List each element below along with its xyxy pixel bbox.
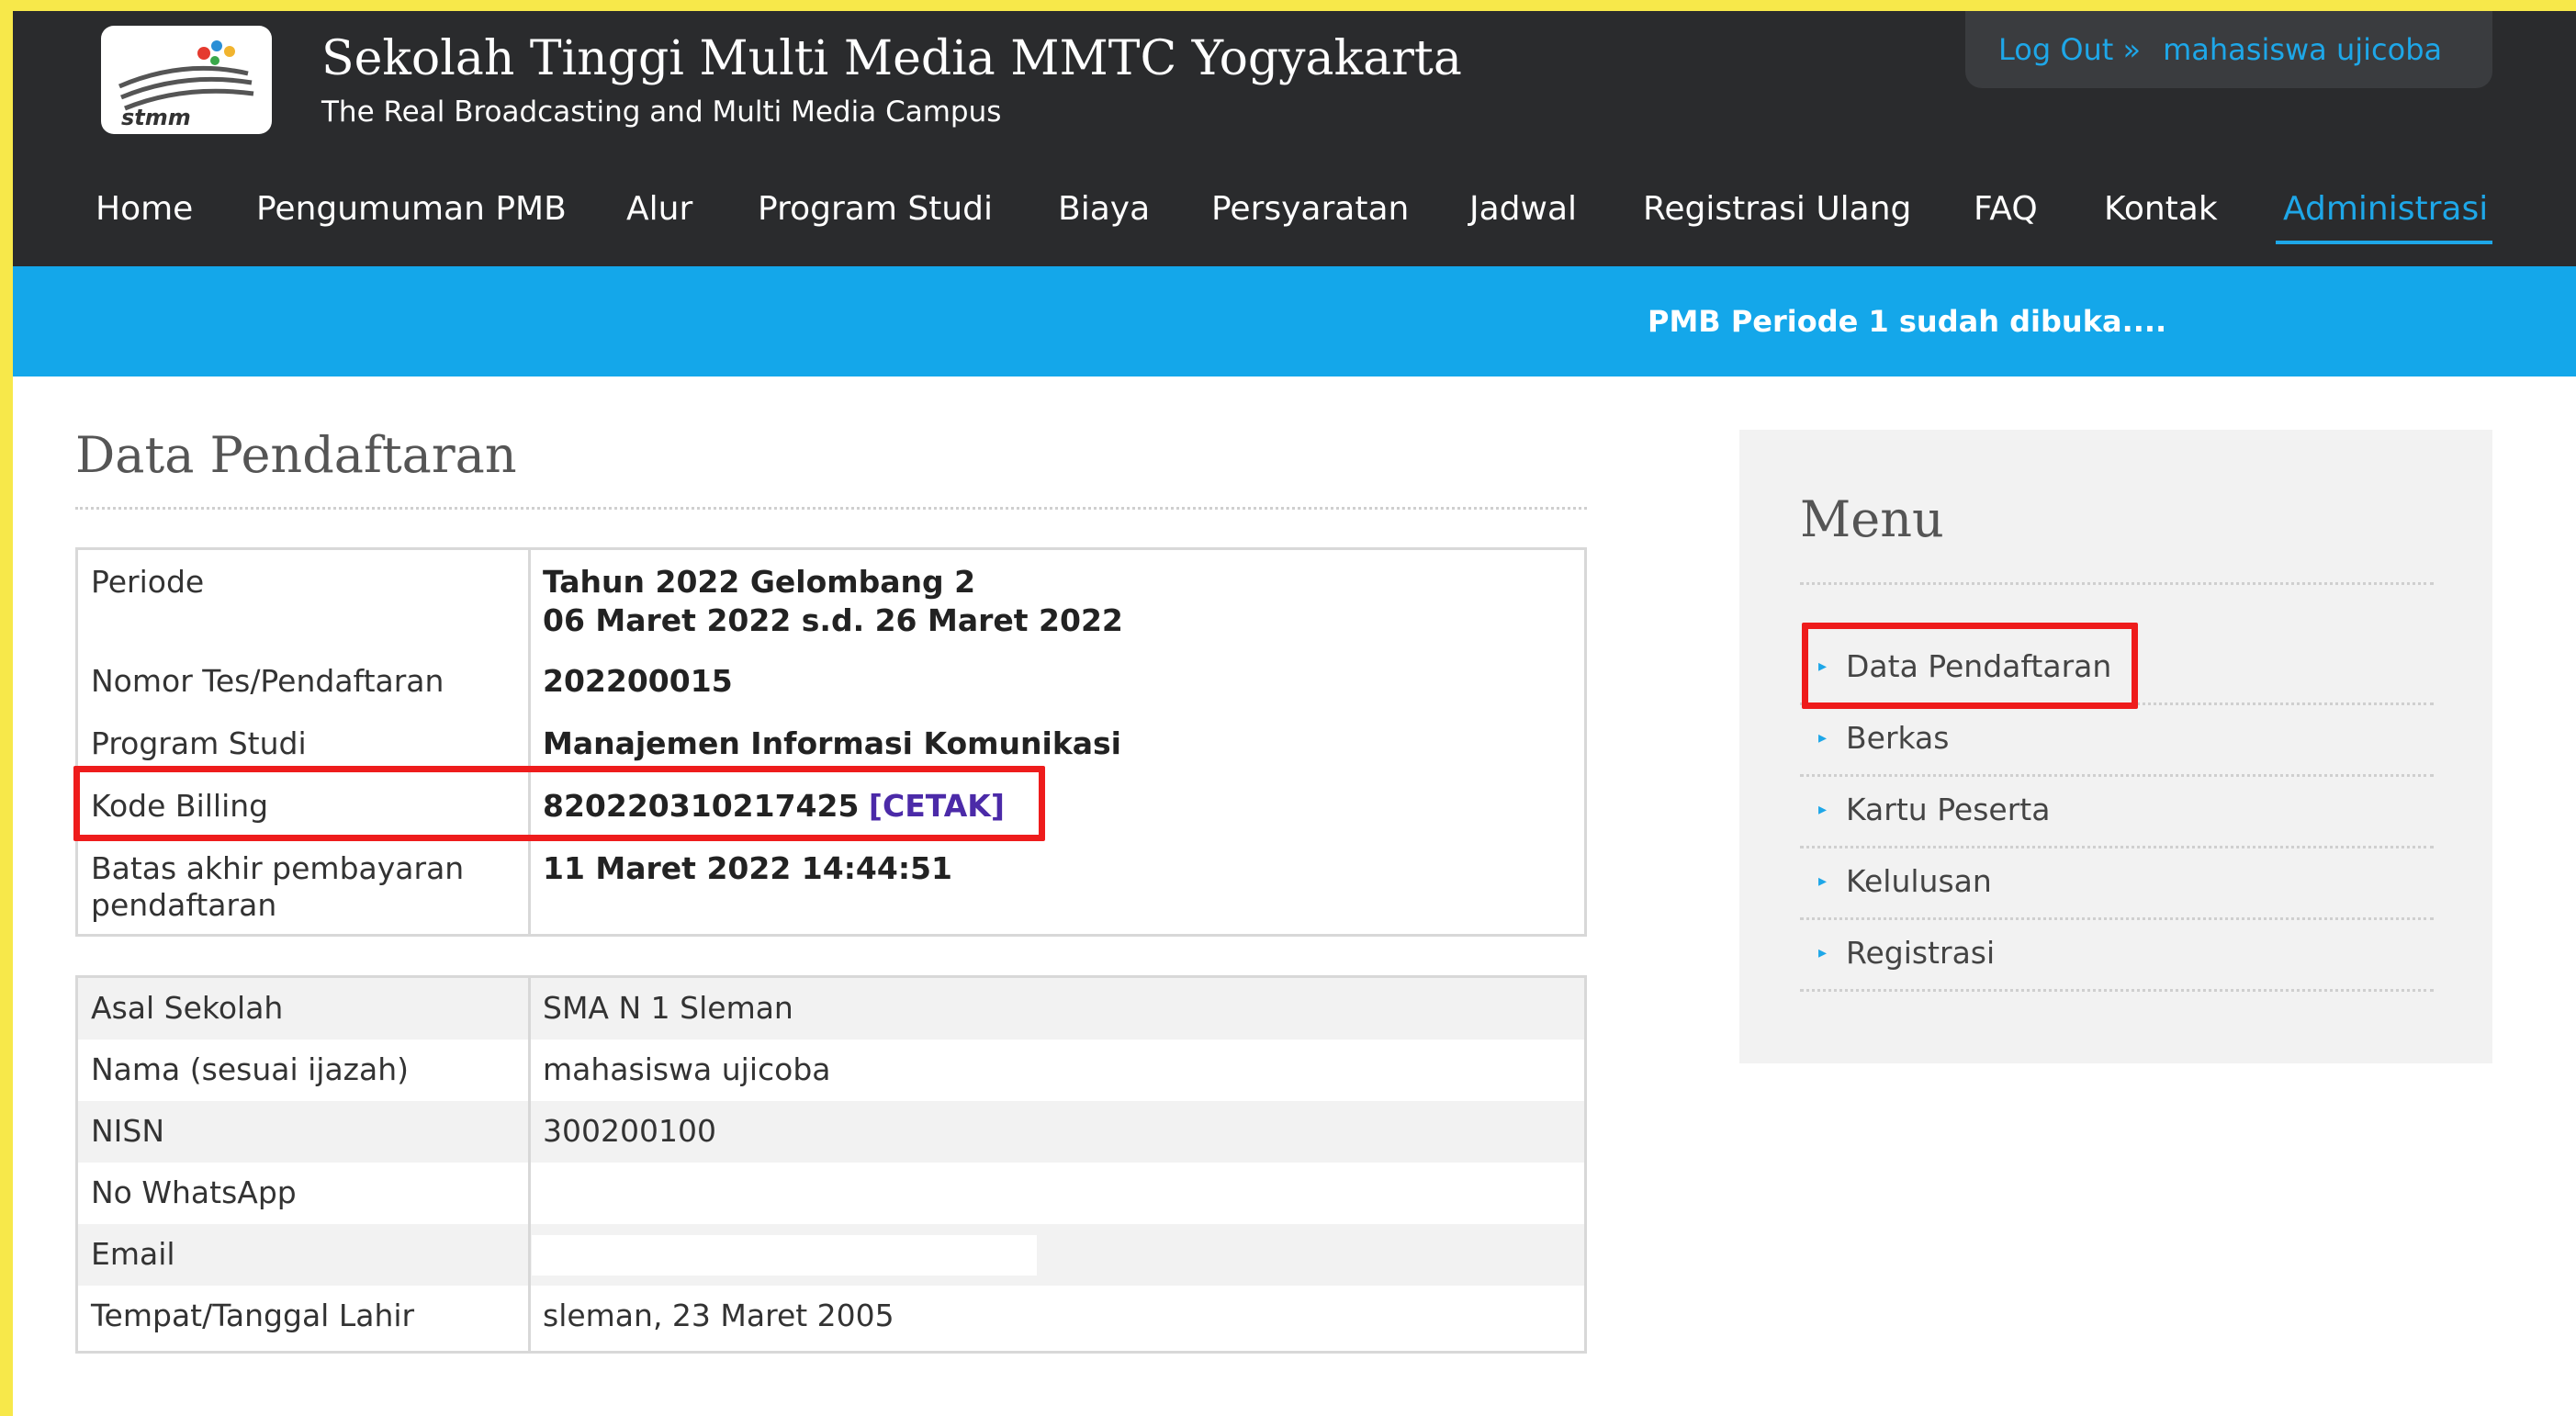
nav-biaya[interactable]: Biaya: [1058, 173, 1150, 246]
announcement-text: PMB Periode 1 sudah dibuka....: [1648, 304, 2167, 339]
nomor-value: 202200015: [543, 663, 733, 699]
nav-administrasi[interactable]: Administrasi: [2283, 173, 2488, 246]
batas-value: 11 Maret 2022 14:44:51: [543, 850, 952, 886]
user-name-link[interactable]: mahasiswa ujicoba: [2163, 32, 2442, 67]
billing-value-group: 820220310217425 [CETAK]: [543, 787, 1005, 826]
sidebar-item-data-pendaftaran[interactable]: ▸ Data Pendaftaran: [1800, 634, 2434, 705]
nav-persyaratan[interactable]: Persyaratan: [1211, 173, 1409, 246]
yellow-frame-left: [0, 0, 13, 1416]
title-divider: [75, 507, 1587, 510]
site-tagline: The Real Broadcasting and Multi Media Ca…: [321, 96, 1002, 129]
stmm-logo[interactable]: stmm: [101, 26, 272, 134]
table-row: No WhatsApp: [78, 1163, 1584, 1224]
ttl-label: Tempat/Tanggal Lahir: [91, 1298, 415, 1333]
table-row: Email: [78, 1224, 1584, 1286]
yellow-frame-top: [0, 0, 2576, 11]
nav-home[interactable]: Home: [96, 173, 193, 246]
nisn-label: NISN: [91, 1113, 165, 1149]
email-label: Email: [91, 1236, 175, 1272]
billing-label: Kode Billing: [91, 788, 269, 824]
nama-label: Nama (sesuai ijazah): [91, 1051, 410, 1087]
nama-value: mahasiswa ujicoba: [543, 1051, 831, 1087]
sidebar-item-label: Data Pendaftaran: [1846, 648, 2112, 684]
cetak-link[interactable]: [CETAK]: [869, 788, 1005, 824]
sidebar-menu: Menu ▸ Data Pendaftaran ▸ Berkas ▸ Kartu…: [1739, 430, 2492, 1063]
billing-code: 820220310217425: [543, 788, 860, 824]
ttl-value: sleman, 23 Maret 2005: [543, 1298, 894, 1333]
nav-faq[interactable]: FAQ: [1974, 173, 2038, 246]
asal-sekolah-value: SMA N 1 Sleman: [543, 990, 793, 1026]
profile-table: Asal Sekolah SMA N 1 Sleman Nama (sesuai…: [75, 975, 1587, 1354]
svg-text:stmm: stmm: [121, 105, 191, 130]
logout-link[interactable]: Log Out »: [1998, 32, 2141, 67]
caret-right-icon: ▸: [1818, 871, 1828, 891]
asal-sekolah-label: Asal Sekolah: [91, 990, 284, 1026]
sidebar-item-label: Berkas: [1846, 720, 1950, 756]
prodi-value: Manajemen Informasi Komunikasi: [543, 725, 1121, 761]
menu-title: Menu: [1800, 490, 1944, 548]
main-nav: Home Pengumuman PMB Alur Program Studi B…: [13, 173, 2576, 246]
menu-divider: [1800, 582, 2434, 585]
sidebar-item-berkas[interactable]: ▸ Berkas: [1800, 705, 2434, 777]
sidebar-item-label: Kelulusan: [1846, 863, 1992, 899]
whatsapp-label: No WhatsApp: [91, 1174, 297, 1210]
batas-label-line2: pendaftaran: [91, 887, 277, 923]
batas-label-line1: Batas akhir pembayaran: [91, 850, 465, 886]
sidebar-item-registrasi[interactable]: ▸ Registrasi: [1800, 920, 2434, 992]
registration-table: Periode Tahun 2022 Gelombang 2 06 Maret …: [75, 547, 1587, 937]
nav-program-studi[interactable]: Program Studi: [758, 173, 993, 246]
caret-right-icon: ▸: [1818, 728, 1828, 747]
nav-active-underline: [2276, 241, 2492, 244]
page-title: Data Pendaftaran: [75, 426, 517, 484]
email-redacted-box: [532, 1235, 1037, 1276]
periode-value-line1: Tahun 2022 Gelombang 2: [543, 564, 976, 600]
sidebar-item-label: Kartu Peserta: [1846, 792, 2051, 827]
site-header: stmm Sekolah Tinggi Multi Media MMTC Yog…: [13, 11, 2576, 266]
user-box: Log Out » mahasiswa ujicoba: [1965, 11, 2492, 88]
periode-value-line2: 06 Maret 2022 s.d. 26 Maret 2022: [543, 602, 1123, 638]
prodi-label: Program Studi: [91, 725, 307, 761]
nomor-label: Nomor Tes/Pendaftaran: [91, 663, 444, 699]
table-row: Nama (sesuai ijazah) mahasiswa ujicoba: [78, 1040, 1584, 1101]
table-row: Tempat/Tanggal Lahir sleman, 23 Maret 20…: [78, 1286, 1584, 1347]
logo-mark-icon: stmm: [118, 40, 254, 130]
nav-alur[interactable]: Alur: [626, 173, 692, 246]
table-row: Asal Sekolah SMA N 1 Sleman: [78, 978, 1584, 1040]
periode-label: Periode: [91, 564, 205, 600]
nav-registrasi-ulang[interactable]: Registrasi Ulang: [1643, 173, 1911, 246]
nav-pengumuman-pmb[interactable]: Pengumuman PMB: [256, 173, 567, 246]
announcement-bar: PMB Periode 1 sudah dibuka....: [13, 266, 2576, 376]
caret-right-icon: ▸: [1818, 800, 1828, 819]
caret-right-icon: ▸: [1818, 657, 1828, 676]
site-title: Sekolah Tinggi Multi Media MMTC Yogyakar…: [321, 31, 1462, 86]
sidebar-item-label: Registrasi: [1846, 935, 1996, 971]
sidebar-item-kartu-peserta[interactable]: ▸ Kartu Peserta: [1800, 777, 2434, 848]
caret-right-icon: ▸: [1818, 943, 1828, 962]
nav-kontak[interactable]: Kontak: [2104, 173, 2218, 246]
sidebar-item-kelulusan[interactable]: ▸ Kelulusan: [1800, 848, 2434, 920]
table-row: NISN 300200100: [78, 1101, 1584, 1163]
nisn-value: 300200100: [543, 1113, 716, 1149]
nav-jadwal[interactable]: Jadwal: [1469, 173, 1577, 246]
